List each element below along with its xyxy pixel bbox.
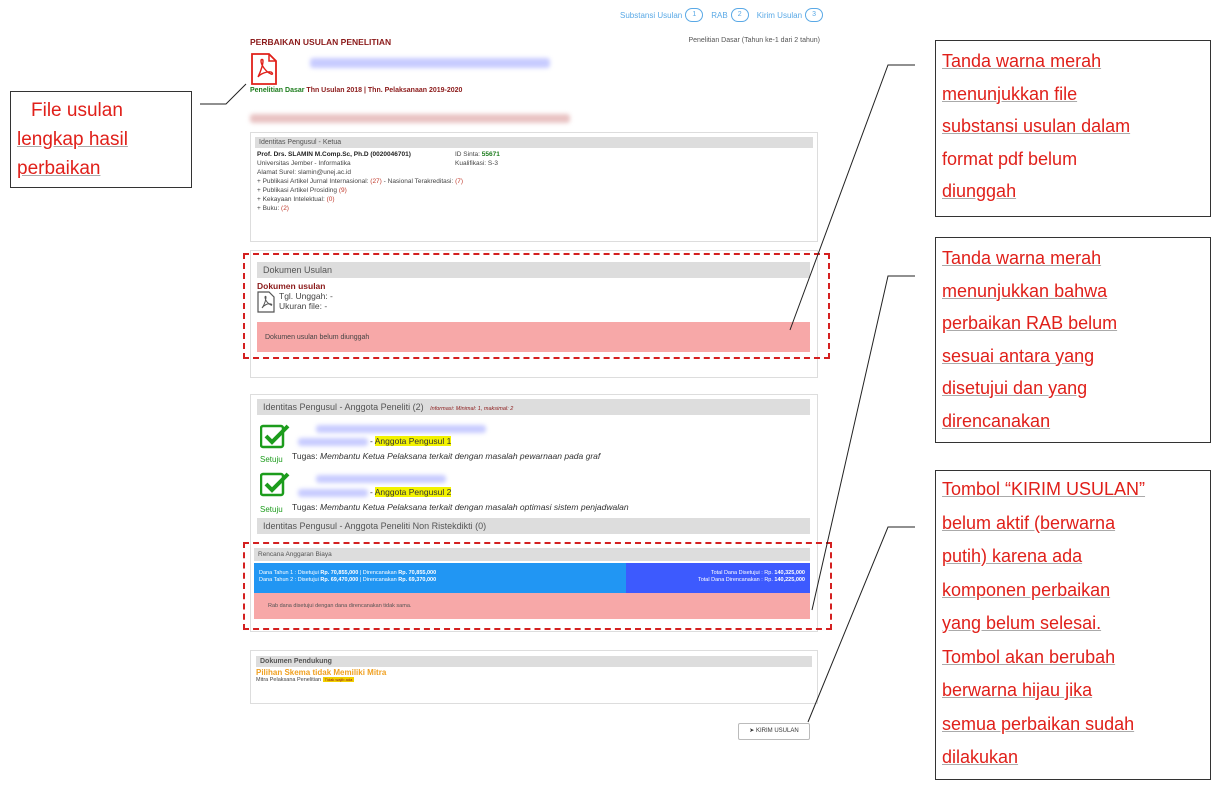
leader-line-left (200, 83, 247, 105)
leader-line-rab (811, 275, 915, 611)
leader-line-dokumen (789, 64, 915, 331)
leader-lines (200, 64, 915, 723)
